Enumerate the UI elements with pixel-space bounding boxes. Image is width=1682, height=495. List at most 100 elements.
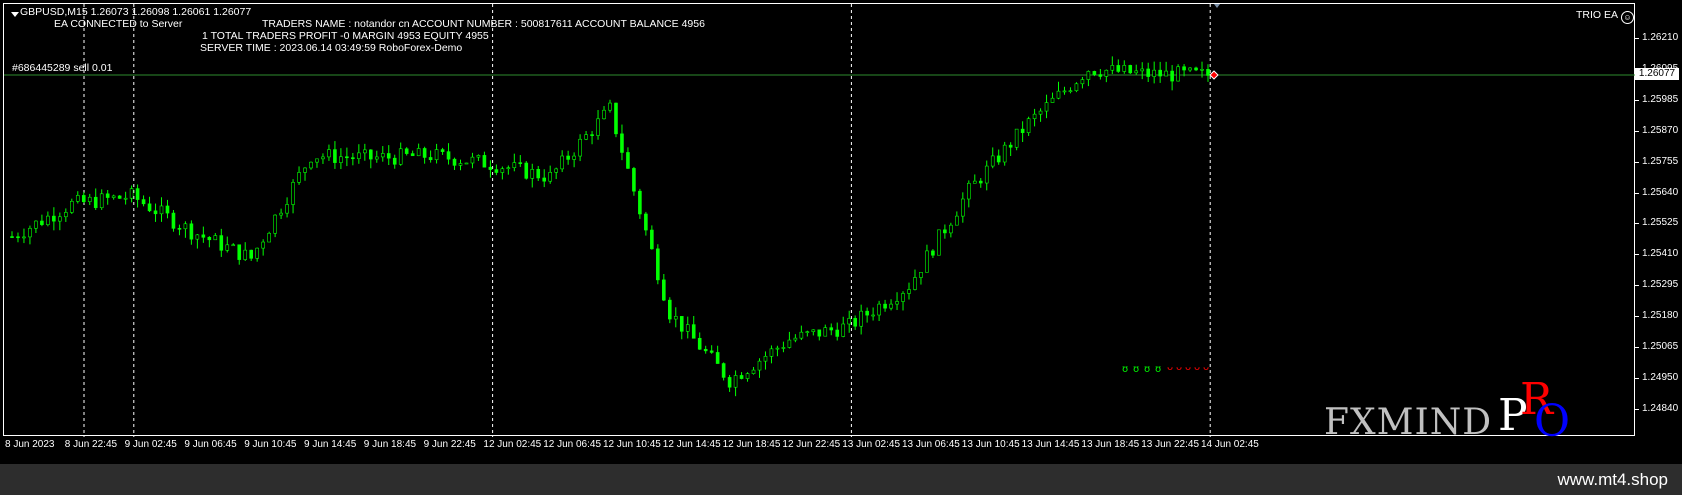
candle-body [87, 196, 92, 203]
candle-body [440, 149, 445, 152]
candle-body [1128, 65, 1133, 74]
candle-body [1200, 69, 1204, 71]
candle-body [548, 172, 553, 182]
candle-body [321, 156, 325, 160]
price-tick-label: 1.25065 [1642, 341, 1679, 352]
candle-body [500, 168, 505, 173]
candle-body [261, 241, 265, 249]
candle-body [865, 310, 869, 316]
price-tick-label: 1.25295 [1642, 279, 1679, 291]
candle-body [829, 327, 834, 331]
ea-status: EA CONNECTED to Server [54, 18, 183, 30]
candle-body [895, 301, 899, 305]
indicator-green-glyph: ʊ [1133, 364, 1139, 375]
candle-body [327, 149, 331, 158]
price-tick-label: 1.25640 [1642, 186, 1679, 198]
candle-body [285, 204, 289, 214]
time-tick-label: 13 Jun 14:45 [1021, 439, 1080, 450]
order-label[interactable]: #686445289 sell 0.01 [12, 62, 112, 74]
candle-body [883, 303, 887, 309]
candle-body [697, 337, 702, 350]
candle-body [488, 166, 493, 170]
candle-body [632, 168, 636, 192]
candle-body [919, 271, 923, 278]
candle-body [667, 299, 672, 320]
candle-body [1014, 128, 1019, 148]
candle-body [781, 347, 786, 349]
candle-body [1086, 71, 1091, 80]
expert-name[interactable]: TRIO EA [1576, 9, 1618, 21]
candle-body [434, 149, 439, 161]
candle-body [984, 165, 989, 184]
candle-body [955, 215, 959, 226]
price-tick-label: 1.25985 [1642, 93, 1679, 105]
candle-body [966, 182, 971, 200]
candle-body [1176, 66, 1180, 82]
candle-body [817, 329, 822, 337]
candle-body [70, 201, 74, 213]
candle-body [22, 236, 26, 239]
symbol-dropdown-icon[interactable] [11, 12, 19, 17]
candle-body [572, 155, 576, 160]
time-tick-label: 9 Jun 18:45 [363, 439, 417, 450]
candle-body [961, 198, 965, 217]
candle-body [374, 156, 379, 160]
time-tick-label: 9 Jun 22:45 [423, 439, 476, 450]
candle-body [996, 155, 1001, 163]
time-tick-label: 9 Jun 10:45 [244, 439, 297, 450]
price-tick-label: 1.25525 [1642, 217, 1679, 229]
time-tick-label: 13 Jun 18:45 [1081, 439, 1140, 450]
candle-body [446, 151, 451, 160]
candle-body [189, 223, 194, 240]
candle-body [315, 158, 319, 163]
time-tick-label: 12 Jun 18:45 [722, 439, 781, 450]
candle-body [1194, 67, 1198, 71]
candle-body [536, 169, 541, 179]
candle-body [1074, 83, 1079, 92]
price-tick-mark [1635, 254, 1639, 256]
indicator-green-glyph: ʊ [1144, 364, 1150, 375]
chart-area[interactable]: ʊʊʊʊᴗᴗᴗᴗᴗ GBPUSD,M15 1.26073 1.26098 1.2… [3, 3, 1636, 447]
indicator-red-glyph: ᴗ [1176, 362, 1182, 373]
candle-body [1170, 70, 1174, 82]
indicator-red-glyph: ᴗ [1194, 362, 1200, 373]
candle-body [345, 156, 349, 159]
candle-body [590, 134, 594, 136]
candle-body [470, 156, 475, 164]
price-tick-mark [1635, 99, 1639, 101]
candle-body [799, 331, 804, 339]
candle-body [745, 373, 750, 379]
indicator-red-glyph: ᴗ [1167, 362, 1173, 373]
price-tick-mark [1635, 285, 1639, 287]
candle-body [368, 149, 373, 160]
candle-body [925, 250, 929, 273]
candle-body [931, 250, 935, 256]
price-tick-label: 1.24950 [1642, 371, 1679, 383]
candle-body [608, 102, 612, 111]
candle-body [52, 215, 56, 222]
candle-body [1164, 70, 1168, 77]
time-tick-label: 9 Jun 14:45 [304, 439, 357, 450]
candle-body [972, 180, 977, 184]
candle-body [297, 172, 301, 183]
candle-body [392, 157, 397, 165]
candle-body [1146, 68, 1150, 77]
price-chart[interactable]: ʊʊʊʊᴗᴗᴗᴗᴗ [4, 4, 1636, 437]
candle-body [363, 149, 367, 154]
chart-window[interactable]: ʊʊʊʊᴗᴗᴗᴗᴗ GBPUSD,M15 1.26073 1.26098 1.2… [0, 0, 1682, 464]
candle-body [171, 212, 176, 229]
price-tick-mark [1635, 223, 1639, 225]
candle-body [416, 148, 421, 157]
candle-body [422, 148, 427, 158]
candle-body [1110, 65, 1115, 71]
price-tick-label: 1.25410 [1642, 248, 1679, 260]
candle-body [715, 352, 720, 364]
candle-body [524, 162, 529, 179]
smiley-icon[interactable]: ☺ [1621, 11, 1634, 24]
candle-body [1020, 128, 1025, 133]
candle-body [644, 213, 648, 231]
time-axis[interactable]: 8 Jun 2023 8 Jun 22:45 9 Jun 02:45 9 Jun 06… [3, 436, 1635, 458]
candle-body [871, 314, 875, 317]
footer-url[interactable]: www.mt4.shop [1557, 470, 1668, 490]
candle-body [739, 375, 744, 379]
